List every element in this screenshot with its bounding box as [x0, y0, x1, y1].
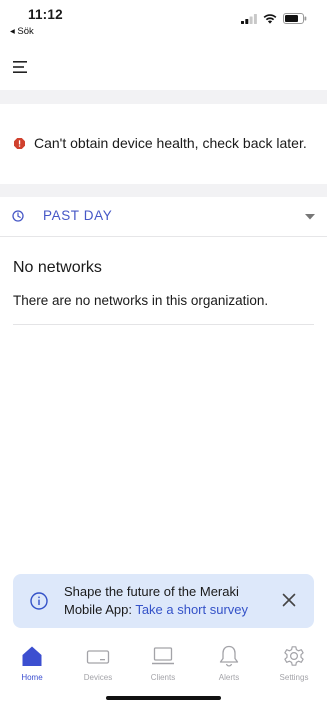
timeframe-selector[interactable]: PAST DAY [0, 197, 327, 237]
battery-icon [283, 13, 307, 24]
wifi-icon [263, 13, 277, 24]
device-health-notice: Can't obtain device health, check back l… [0, 104, 327, 184]
tab-settings-label: Settings [279, 673, 309, 682]
back-to-search-link[interactable]: ◂ Sök [10, 26, 34, 37]
networks-empty-message: There are no networks in this organizati… [13, 293, 269, 308]
survey-banner: Shape the future of the Meraki Mobile Ap… [13, 574, 314, 628]
clock-icon [12, 210, 24, 222]
tab-devices-label: Devices [83, 673, 113, 682]
survey-text: Shape the future of the Meraki Mobile Ap… [64, 583, 269, 619]
tab-settings[interactable]: Settings [266, 642, 322, 686]
status-time: 11:12 [28, 7, 63, 22]
tab-clients-label: Clients [150, 673, 176, 682]
app-header [0, 52, 327, 90]
hamburger-menu-icon[interactable] [12, 59, 28, 75]
close-icon[interactable] [282, 593, 296, 607]
tab-clients[interactable]: Clients [135, 642, 191, 686]
device-health-message: Can't obtain device health, check back l… [34, 135, 307, 151]
caret-down-icon [305, 214, 315, 220]
info-icon [30, 592, 48, 610]
devices-icon [86, 650, 110, 664]
section-separator [0, 184, 327, 197]
home-indicator[interactable] [106, 696, 221, 700]
error-octagon-icon [14, 138, 25, 149]
bell-icon [219, 645, 239, 667]
survey-link[interactable]: Take a short survey [135, 602, 248, 617]
timeframe-label: PAST DAY [43, 208, 113, 223]
tab-devices[interactable]: Devices [70, 642, 126, 686]
section-separator [0, 90, 327, 104]
clients-icon [152, 647, 174, 665]
tab-home-label: Home [21, 673, 43, 682]
tab-alerts[interactable]: Alerts [201, 642, 257, 686]
tab-home[interactable]: Home [4, 642, 60, 686]
divider [13, 324, 314, 325]
status-bar: 11:12 ◂ Sök [0, 0, 327, 40]
home-icon [22, 646, 42, 666]
networks-heading: No networks [13, 259, 102, 276]
gear-icon [284, 646, 304, 666]
tab-alerts-label: Alerts [218, 673, 240, 682]
tab-bar: Home Devices Clients Alerts Settings [0, 642, 327, 692]
cellular-signal-icon [241, 13, 257, 24]
status-icons [241, 13, 307, 24]
